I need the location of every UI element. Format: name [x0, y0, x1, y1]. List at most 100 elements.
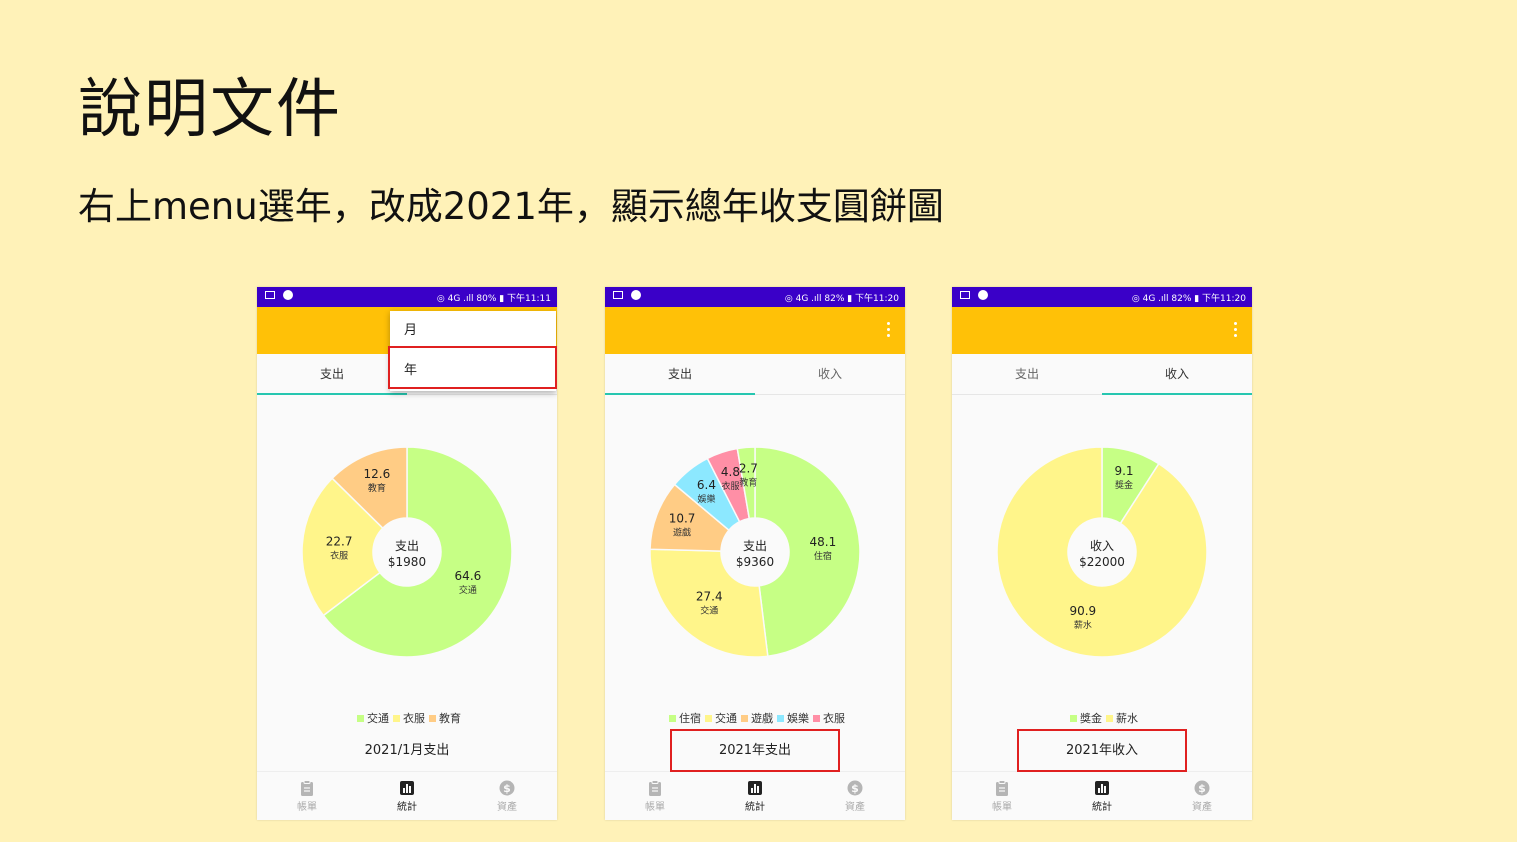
legend-swatch — [777, 715, 784, 722]
slice-value-label: 64.6 — [455, 569, 482, 583]
legend-swatch — [1106, 715, 1113, 722]
nav-label: 帳單 — [297, 802, 317, 813]
status-icons — [265, 290, 293, 300]
tab-indicator — [257, 393, 407, 395]
highlight-box — [670, 729, 840, 772]
nav-item-assets[interactable]: $ 資產 — [805, 772, 905, 820]
slice-name-label: 交通 — [459, 584, 477, 596]
slice-name-label: 獎金 — [1115, 479, 1133, 491]
tab-income[interactable]: 收入 — [1102, 354, 1252, 395]
legend-label: 衣服 — [403, 712, 425, 725]
menu-item-month[interactable]: 月 — [390, 311, 556, 351]
tab-income[interactable]: 收入 — [755, 354, 905, 394]
slide-title: 說明文件 — [78, 73, 342, 147]
dollar-icon: $ — [499, 780, 515, 796]
slice-name-label: 娛樂 — [697, 493, 715, 505]
legend-swatch — [429, 715, 436, 722]
tab-expense[interactable]: 支出 — [605, 354, 755, 395]
center-label: 收入 — [1090, 539, 1114, 553]
slice-value-label: 10.7 — [669, 511, 696, 525]
slice-name-label: 教育 — [739, 476, 757, 488]
slice-value-label: 12.6 — [364, 467, 391, 481]
status-icons — [960, 290, 988, 300]
tab-bar: 支出收入 — [952, 354, 1252, 395]
app-toolbar — [952, 307, 1252, 354]
donut-chart: 64.6交通 22.7衣服 12.6教育支出 $1980 — [301, 446, 513, 658]
bottom-navigation: 帳單 統計 $ 資產 — [952, 771, 1252, 820]
nav-label: 帳單 — [645, 802, 665, 813]
slice-value-label: 22.7 — [326, 535, 353, 549]
nav-item-bills[interactable]: 帳單 — [605, 772, 705, 820]
record-icon — [978, 290, 988, 300]
slice-value-label: 4.8 — [721, 465, 740, 479]
tab-expense[interactable]: 支出 — [257, 354, 407, 395]
image-notification-icon — [265, 291, 275, 299]
status-icons — [613, 290, 641, 300]
slice-value-label: 9.1 — [1114, 464, 1133, 478]
legend-swatch — [813, 715, 820, 722]
center-label: 支出 — [395, 539, 419, 553]
nav-item-stats[interactable]: 統計 — [357, 772, 457, 820]
nav-item-bills[interactable]: 帳單 — [257, 772, 357, 820]
dollar-icon: $ — [847, 780, 863, 796]
highlight-box — [1017, 729, 1187, 772]
image-notification-icon — [613, 291, 623, 299]
overflow-menu-icon[interactable] — [887, 322, 891, 338]
center-label: 支出 — [743, 539, 767, 553]
status-text: ◎ 4G .ıll 80% ▮ 下午11:11 — [436, 294, 551, 304]
legend-label: 交通 — [367, 712, 389, 725]
legend-label: 教育 — [439, 712, 461, 725]
dollar-icon: $ — [1194, 780, 1210, 796]
nav-label: 資產 — [845, 802, 865, 813]
nav-item-assets[interactable]: $ 資產 — [457, 772, 557, 820]
slice-name-label: 住宿 — [814, 550, 832, 562]
clipboard-icon — [649, 780, 661, 796]
svg-text:$: $ — [851, 782, 859, 795]
status-text: ◎ 4G .ıll 82% ▮ 下午11:20 — [1131, 294, 1246, 304]
status-bar: ◎ 4G .ıll 82% ▮ 下午11:20 — [952, 287, 1252, 307]
nav-item-bills[interactable]: 帳單 — [952, 772, 1052, 820]
chart-legend: 住宿 交通 遊戲 娛樂 衣服 — [605, 710, 905, 726]
svg-text:$: $ — [1198, 782, 1206, 795]
legend-label: 娛樂 — [787, 712, 809, 725]
tab-expense[interactable]: 支出 — [952, 354, 1102, 394]
svg-text:$: $ — [503, 782, 511, 795]
legend-label: 交通 — [715, 712, 737, 725]
record-icon — [283, 290, 293, 300]
legend-swatch — [705, 715, 712, 722]
tab-indicator — [605, 393, 755, 395]
slice-name-label: 衣服 — [330, 550, 348, 562]
slice-value-label: 90.9 — [1069, 604, 1096, 618]
center-total: $1980 — [388, 555, 426, 569]
overflow-menu-icon[interactable] — [1234, 322, 1238, 338]
legend-swatch — [357, 715, 364, 722]
donut-chart: 9.1獎金 90.9薪水 收入 $22000 — [996, 446, 1208, 658]
legend-label: 獎金 — [1080, 712, 1102, 725]
nav-label: 統計 — [1092, 802, 1112, 813]
legend-label: 衣服 — [823, 712, 845, 725]
nav-item-stats[interactable]: 統計 — [1052, 772, 1152, 820]
image-notification-icon — [960, 291, 970, 299]
donut-chart: 48.1住宿 27.4交通 10.7遊戲 6.4娛樂 4.8衣服2.7教育支出 $9360 — [649, 446, 861, 658]
legend-swatch — [669, 715, 676, 722]
slice-value-label: 6.4 — [697, 478, 716, 492]
slice-name-label: 衣服 — [721, 480, 739, 492]
slice-name-label: 教育 — [368, 482, 386, 494]
status-bar: ◎ 4G .ıll 80% ▮ 下午11:11 — [257, 287, 557, 307]
legend-label: 薪水 — [1116, 712, 1138, 725]
legend-swatch — [393, 715, 400, 722]
clipboard-icon — [301, 780, 313, 796]
tab-bar: 支出收入 — [605, 354, 905, 395]
legend-swatch — [1070, 715, 1077, 722]
legend-swatch — [741, 715, 748, 722]
chart-caption: 2021/1月支出 — [364, 743, 450, 758]
nav-label: 統計 — [397, 802, 417, 813]
nav-item-assets[interactable]: $ 資產 — [1152, 772, 1252, 820]
slice-name-label: 遊戲 — [673, 526, 691, 538]
nav-label: 帳單 — [992, 802, 1012, 813]
nav-label: 資產 — [497, 802, 517, 813]
center-total: $22000 — [1079, 555, 1125, 569]
nav-item-stats[interactable]: 統計 — [705, 772, 805, 820]
bar-chart-icon — [748, 781, 762, 795]
app-toolbar — [605, 307, 905, 354]
